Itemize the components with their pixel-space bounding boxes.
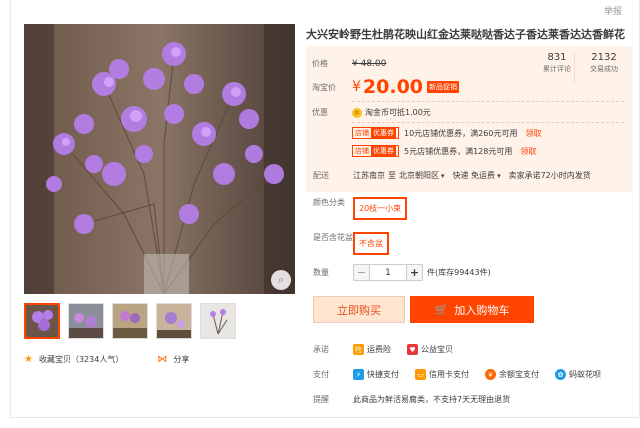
coupon-tag: 店铺 优惠券 [352,127,399,139]
add-to-cart-label: 加入购物车 [454,303,510,317]
report-link[interactable]: 举报 [604,4,622,17]
buy-now-button[interactable]: 立即购买 [313,296,405,323]
delivery-label: 配送 [313,171,329,180]
payment-quick[interactable]: ⚡ 快捷支付 [353,369,399,380]
share-icon: ⋈ [157,354,168,365]
divider [352,122,624,123]
huabei-icon: ✿ [555,369,566,380]
product-title: 大兴安岭野生杜鹃花映山红金达莱哒哒香达子香达莱香达达香鲜花 [306,28,625,41]
balance-icon: ¥ [485,369,496,380]
currency-symbol: ¥ [352,79,361,95]
quantity-input[interactable]: 1 [370,264,406,281]
coupon-row-2: 店铺 优惠券 5元店铺优惠券，满128元可用 领取 [352,145,536,157]
thumbnail-1[interactable] [24,303,60,339]
delivery-to-select[interactable]: 北京朝阳区 ▾ [399,170,447,181]
stat-divider [574,54,575,82]
main-product-image[interactable]: ⌕ [24,24,295,294]
flower-photo [24,24,295,294]
quick-pay-icon: ⚡ [353,369,364,380]
add-to-cart-button[interactable]: 🛒 加入购物车 [410,296,534,323]
reviews-count: 831 [547,52,567,63]
increase-button[interactable]: + [406,264,423,281]
shipping-insurance[interactable]: 险运费险 [353,344,391,355]
taobao-price-label: 淘宝价 [312,82,336,92]
star-icon: ★ [24,354,33,365]
charity-item[interactable]: ♥ 公益宝贝 [407,344,453,355]
divider [352,101,624,102]
coupon-row-1: 店铺 优惠券 10元店铺优惠券，满260元可用 领取 [352,127,541,139]
chevron-down-icon: ▾ [497,172,501,180]
thumbnail-5[interactable] [200,303,236,339]
decrease-button[interactable]: − [353,264,370,281]
vase-option[interactable]: 不含盆 [353,232,389,255]
quantity-label: 数量 [313,268,329,277]
offers-label: 优惠 [312,108,328,117]
share-link[interactable]: 分享 [173,354,189,365]
social-bar: ★ 收藏宝贝（3234人气） ⋈ 分享 [24,354,189,365]
ship-promise: 卖家承诺72小时内发货 [508,171,591,180]
quantity-stepper: − 1 + [353,264,423,281]
sales-count: 2132 [591,52,617,63]
delivery-row: 配送 江苏南京 至 北京朝阳区 ▾ 快递 免运费 ▾ 卖家承诺72小时内发货 [313,170,591,181]
reminder-text: 此商品为鲜活易腐类，不支持7天无理由退货 [353,395,511,404]
payment-label: 支付 [313,370,329,379]
chevron-down-icon: ▾ [441,172,445,180]
thumbnail-2[interactable] [68,303,104,339]
original-price-row: 价格 ¥ 48.00 [312,58,386,69]
quantity-row: 数量 − 1 + 件(库存99443件) [313,264,491,281]
reminder-label: 提醒 [313,395,329,404]
reviews-label: 累计评论 [543,65,571,73]
payment-credit[interactable]: ▭ 信用卡支付 [415,369,469,380]
reminder-row: 提醒 此商品为鲜活易腐类，不支持7天无理由退货 [313,394,510,405]
claim-coupon-link[interactable]: 领取 [525,128,541,139]
favorite-link[interactable]: 收藏宝贝（3234人气） [39,354,123,365]
coin-text: 淘金币可抵1.00元 [365,108,431,117]
insurance-icon: 险 [353,344,364,355]
payment-balance[interactable]: ¥ 余额宝支付 [485,369,539,380]
promise-label: 承诺 [313,345,329,354]
thumbnail-4[interactable] [156,303,192,339]
promo-tag: 新品促销 [427,81,460,93]
shipping-method-select[interactable]: 快递 免运费 ▾ [453,170,503,181]
reviews-stat[interactable]: 831 累计评论 [540,52,574,74]
delivery-from: 江苏南京 [353,171,385,180]
delivery-to-word: 至 [388,171,396,180]
payment-huabei[interactable]: ✿ 蚂蚁花呗 [555,369,601,380]
coupon-tag: 店铺 优惠券 [352,145,399,157]
charity-icon: ♥ [407,344,418,355]
coin-icon: ¤ [352,107,362,118]
credit-card-icon: ▭ [415,369,426,380]
stock-text: 件(库存99443件) [427,268,491,277]
vase-label: 是否含花盆 [313,233,353,242]
claim-coupon-link[interactable]: 领取 [520,146,536,157]
offers-row: 优惠 ¤ 淘金币可抵1.00元 [312,107,431,118]
thumbnail-strip [24,303,236,339]
current-price: 20.00 [362,76,424,98]
payment-row: 支付 ⚡ 快捷支付 ▭ 信用卡支付 ¥ 余额宝支付 ✿ 蚂蚁花呗 [313,369,617,380]
original-price: ¥ 48.00 [352,58,387,69]
color-row: 颜色分类 20枝一小束 [313,197,408,220]
vase-row: 是否含花盆 不含盆 [313,232,389,255]
thumbnail-3[interactable] [112,303,148,339]
coupon-text: 10元店铺优惠券，满260元可用 [404,128,518,138]
promise-row: 承诺 险运费险 ♥ 公益宝贝 [313,344,469,355]
zoom-icon[interactable]: ⌕ [271,270,291,290]
coupon-text: 5元店铺优惠券，满128元可用 [404,146,513,156]
cart-icon: 🛒 [434,303,449,316]
sales-label: 交易成功 [590,65,618,73]
color-label: 颜色分类 [313,198,345,207]
color-option[interactable]: 20枝一小束 [353,197,408,220]
price-label: 价格 [312,59,328,68]
current-price-row: 淘宝价 ¥ 20.00 新品促销 [312,76,460,98]
sales-stat: 2132 交易成功 [582,52,626,74]
